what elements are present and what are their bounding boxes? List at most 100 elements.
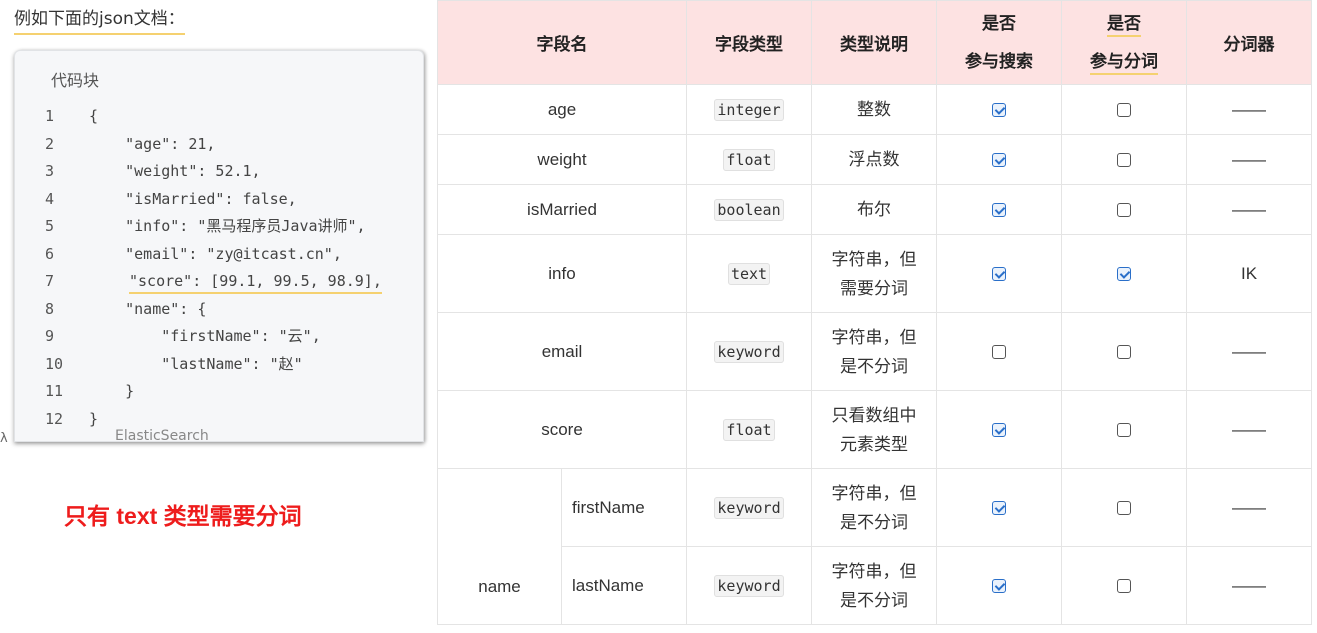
search-cell — [936, 312, 1062, 391]
field-type-cell: keyword — [686, 468, 812, 547]
analyzer: —— — [1186, 84, 1312, 135]
field-name: age — [437, 84, 687, 135]
left-panel: 例如下面的json文档： 代码块 1{ 2 "age": 21, 3 "weig… — [0, 0, 430, 633]
header-search-line1: 是否 — [982, 13, 1016, 33]
table-body: age integer 整数 —— weight float 浮点数 —— isMarried b… — [437, 84, 1312, 625]
code-block-title: 代码块 — [51, 71, 100, 90]
analyze-cell — [1061, 84, 1187, 135]
header-desc: 类型说明 — [811, 0, 937, 85]
search-checkbox[interactable] — [992, 345, 1006, 360]
search-cell — [936, 184, 1062, 235]
code-text: { — [89, 107, 99, 125]
table-row: age integer 整数 —— — [437, 84, 1312, 135]
code-line: 1{ — [15, 103, 423, 131]
code-text: "email": "zy@itcast.cn", — [89, 244, 342, 263]
type-desc-cell: 字符串，但 是不分词 — [811, 312, 937, 391]
line-number: 5 — [45, 217, 55, 235]
line-number: 9 — [45, 327, 55, 345]
field-type-cell: keyword — [686, 546, 812, 625]
field-type-cell: keyword — [686, 312, 812, 391]
analyzer: IK — [1186, 234, 1312, 313]
analyzer: —— — [1186, 184, 1312, 235]
code-text: "info": "黑马程序员Java讲师", — [89, 217, 366, 235]
type-desc-line1: 字符串，但 — [831, 561, 917, 581]
type-desc-line1: 整数 — [857, 100, 891, 119]
line-number: 4 — [45, 189, 55, 208]
type-desc-cell: 字符串，但 是不分词 — [811, 468, 937, 547]
field-type-table: 字段名 字段类型 类型说明 是否 参与搜索 是否 参与分词 分词器 age int… — [437, 0, 1312, 625]
search-cell — [936, 390, 1062, 469]
type-desc-line1: 布尔 — [857, 200, 891, 219]
field-type: integer — [714, 98, 784, 121]
search-checkbox[interactable] — [992, 501, 1006, 516]
analyze-checkbox[interactable] — [1117, 153, 1131, 168]
search-cell — [936, 134, 1062, 185]
analyze-checkbox[interactable] — [1117, 267, 1131, 282]
analyze-cell — [1061, 546, 1187, 625]
search-checkbox[interactable] — [992, 153, 1006, 168]
code-line: 9 "firstName": "云", — [15, 323, 423, 351]
highlighted-code: "score": [99.1, 99.5, 98.9], — [129, 270, 382, 294]
type-desc-line2: 元素类型 — [840, 434, 908, 454]
type-desc-line1: 字符串，但 — [831, 483, 917, 503]
field-type: float — [723, 148, 775, 171]
line-number: 11 — [45, 382, 64, 400]
search-checkbox[interactable] — [992, 579, 1006, 594]
type-desc-line1: 浮点数 — [848, 150, 900, 169]
analyze-cell — [1061, 134, 1187, 185]
analyze-checkbox[interactable] — [1117, 423, 1131, 438]
field-type-cell: integer — [686, 84, 812, 135]
type-desc-line2: 需要分词 — [840, 278, 908, 298]
sub-field-name: lastName — [561, 546, 687, 625]
partial-glyph: λ — [0, 431, 8, 446]
code-line: 2 "age": 21, — [15, 131, 423, 159]
field-name: score — [437, 390, 687, 469]
code-text: "firstName": "云", — [89, 327, 321, 345]
type-desc-line1: 字符串，但 — [831, 327, 917, 347]
search-checkbox[interactable] — [992, 267, 1006, 282]
code-line: 10 "lastName": "赵" — [15, 351, 423, 379]
red-note: 只有 text 类型需要分词 — [64, 503, 302, 529]
code-line: 7 "score": [99.1, 99.5, 98.9], — [15, 268, 423, 296]
analyze-cell — [1061, 390, 1187, 469]
analyzer: —— — [1186, 468, 1312, 547]
code-text: "lastName": "赵" — [89, 354, 303, 373]
code-text: } — [89, 382, 135, 400]
field-type-cell: float — [686, 390, 812, 469]
field-type-cell: boolean — [686, 184, 812, 235]
code-text: } — [89, 409, 99, 428]
analyze-checkbox[interactable] — [1117, 579, 1131, 594]
analyze-checkbox[interactable] — [1117, 501, 1131, 516]
field-type: float — [723, 418, 775, 441]
header-analyze-line2: 参与分词 — [1090, 51, 1158, 75]
type-desc-line2: 是不分词 — [840, 590, 908, 610]
field-name: info — [437, 234, 687, 313]
field-type: keyword — [714, 574, 784, 597]
analyze-checkbox[interactable] — [1117, 345, 1131, 360]
group-field-name: name — [437, 468, 562, 625]
line-number: 3 — [45, 162, 55, 180]
field-name: email — [437, 312, 687, 391]
header-analyze: 是否 参与分词 — [1061, 0, 1187, 85]
analyze-cell — [1061, 468, 1187, 547]
analyzer: —— — [1186, 312, 1312, 391]
line-number: 6 — [45, 244, 55, 263]
type-desc-line1: 字符串，但 — [831, 249, 917, 269]
analyze-checkbox[interactable] — [1117, 103, 1131, 118]
analyzer: —— — [1186, 390, 1312, 469]
field-name: isMarried — [437, 184, 687, 235]
code-line: 6 "email": "zy@itcast.cn", — [15, 241, 423, 269]
type-desc-cell: 字符串，但需要分词 — [811, 234, 937, 313]
type-desc-cell: 整数 — [811, 84, 937, 135]
search-checkbox[interactable] — [992, 103, 1006, 118]
analyze-checkbox[interactable] — [1117, 203, 1131, 218]
type-desc-cell: 布尔 — [811, 184, 937, 235]
table-row: lastName keyword 字符串，但 是不分词 —— — [438, 546, 1312, 625]
search-checkbox[interactable] — [992, 203, 1006, 218]
obscured-text: ElasticSearch — [115, 428, 209, 444]
line-number: 2 — [45, 134, 55, 153]
search-cell — [936, 84, 1062, 135]
search-checkbox[interactable] — [992, 423, 1006, 438]
field-type-cell: text — [686, 234, 812, 313]
search-cell — [936, 468, 1062, 547]
